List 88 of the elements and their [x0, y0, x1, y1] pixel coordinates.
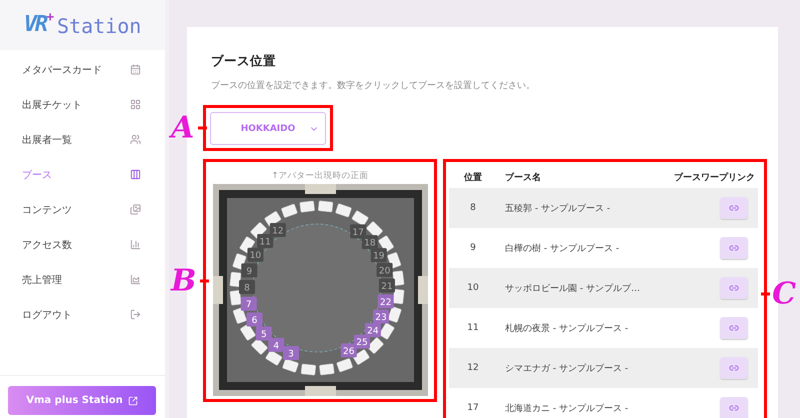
warp-link-button[interactable] [720, 397, 748, 418]
columns-icon [130, 169, 141, 180]
table-cell: シマエナガ - サンプルブース - [505, 364, 628, 374]
link-icon [729, 243, 739, 253]
sidebar-item[interactable]: 売上管理 [0, 262, 165, 297]
doorway [304, 386, 336, 396]
seat-marker[interactable]: 21 [378, 278, 394, 293]
link-icon [729, 203, 739, 213]
sidebar-item[interactable]: 出展チケット [0, 87, 165, 122]
seat-marker[interactable]: 5 [255, 326, 272, 341]
annotation-letter: A [169, 110, 196, 148]
images-icon [130, 204, 141, 215]
table-cell: 札幌の夜景 - サンプルブース - [505, 324, 628, 334]
table-cell-text: 9 [469, 243, 477, 253]
annotation-letter: B [169, 262, 198, 300]
sidebar-item[interactable]: ログアウト [0, 297, 165, 332]
seat-marker[interactable]: 7 [240, 296, 256, 311]
chair [377, 235, 394, 253]
map-caption: ↑アバター出現時の正面 [270, 170, 370, 182]
warp-link-button[interactable] [720, 197, 748, 219]
table-cell-text: 10 [466, 283, 480, 293]
chair [318, 363, 334, 376]
link-icon [729, 403, 739, 413]
chair [392, 288, 404, 304]
warp-link-button[interactable] [720, 317, 748, 339]
bar-chart-icon [130, 239, 141, 250]
sidebar-item[interactable]: ブース [0, 157, 165, 192]
warp-link-button[interactable] [720, 357, 748, 379]
doorway [304, 184, 336, 194]
table-cell-text: 17 [466, 403, 480, 413]
chair [229, 290, 242, 306]
chair [229, 272, 241, 288]
table-cell-text: 11 [466, 323, 480, 333]
table-cell: 北海道カニ - サンプルブース - [505, 404, 628, 414]
chair [365, 220, 383, 238]
column-header: ブースワープリンク [674, 171, 756, 184]
sidebar-item[interactable]: メタバースカード [0, 52, 165, 87]
chair [300, 364, 316, 376]
logo: VR+Station [24, 12, 142, 38]
chair [232, 307, 247, 324]
table-cell: 白樺の樹 - サンプルブース - [505, 244, 620, 254]
chair [298, 200, 314, 213]
doorway [212, 276, 222, 304]
section-description: ブースの位置を設定できます。数字をクリックしてブースを設置してください。 [210, 80, 536, 92]
chair [350, 210, 368, 226]
chair [386, 306, 402, 323]
table-cell: 五稜郭 - サンプルブース - [505, 204, 610, 214]
users-icon [130, 134, 141, 145]
chair [250, 338, 268, 356]
column-header: ブース名 [505, 172, 541, 182]
region-select[interactable]: HOKKAIDO [210, 112, 326, 145]
table-cell-text: 8 [469, 203, 477, 213]
table-cell-text: 12 [466, 363, 480, 373]
sidebar-item[interactable]: 出展者一覧 [0, 122, 165, 157]
annotation-letter: C [771, 276, 797, 314]
vma-plus-station-button[interactable]: Vma plus Station [8, 386, 156, 415]
sidebar-item[interactable]: アクセス数 [0, 227, 165, 262]
table-cell: サッポロビール園 - サンプルブ… [505, 284, 640, 294]
seat-marker[interactable]: 19 [370, 248, 386, 262]
sidebar-item[interactable]: コンテンツ [0, 192, 165, 227]
chair [264, 350, 282, 366]
chair [334, 203, 352, 218]
link-icon [729, 283, 739, 293]
chair [336, 358, 353, 372]
area-chart-icon [130, 274, 141, 285]
seat-marker[interactable]: 8 [238, 280, 254, 294]
link-icon [729, 323, 739, 333]
warp-link-button[interactable] [720, 277, 748, 299]
warp-link-button[interactable] [720, 237, 748, 259]
chair [317, 200, 333, 212]
chair [392, 270, 404, 286]
doorway [418, 276, 428, 304]
external-link-icon [128, 396, 138, 406]
logout-icon [130, 309, 141, 320]
calendar-icon [130, 64, 141, 75]
chair [378, 322, 394, 340]
chair [280, 204, 298, 218]
section-title: ブース位置 [210, 52, 277, 70]
link-icon [729, 363, 739, 373]
chair [239, 323, 256, 341]
seat-marker[interactable]: 10 [246, 248, 263, 262]
seat-marker[interactable]: 6 [246, 312, 262, 327]
chair [282, 358, 298, 373]
column-header: 位置 [462, 172, 483, 184]
chair [366, 336, 384, 354]
grid-icon [130, 99, 141, 110]
seat-marker[interactable]: 18 [361, 235, 378, 250]
chair [232, 253, 246, 270]
